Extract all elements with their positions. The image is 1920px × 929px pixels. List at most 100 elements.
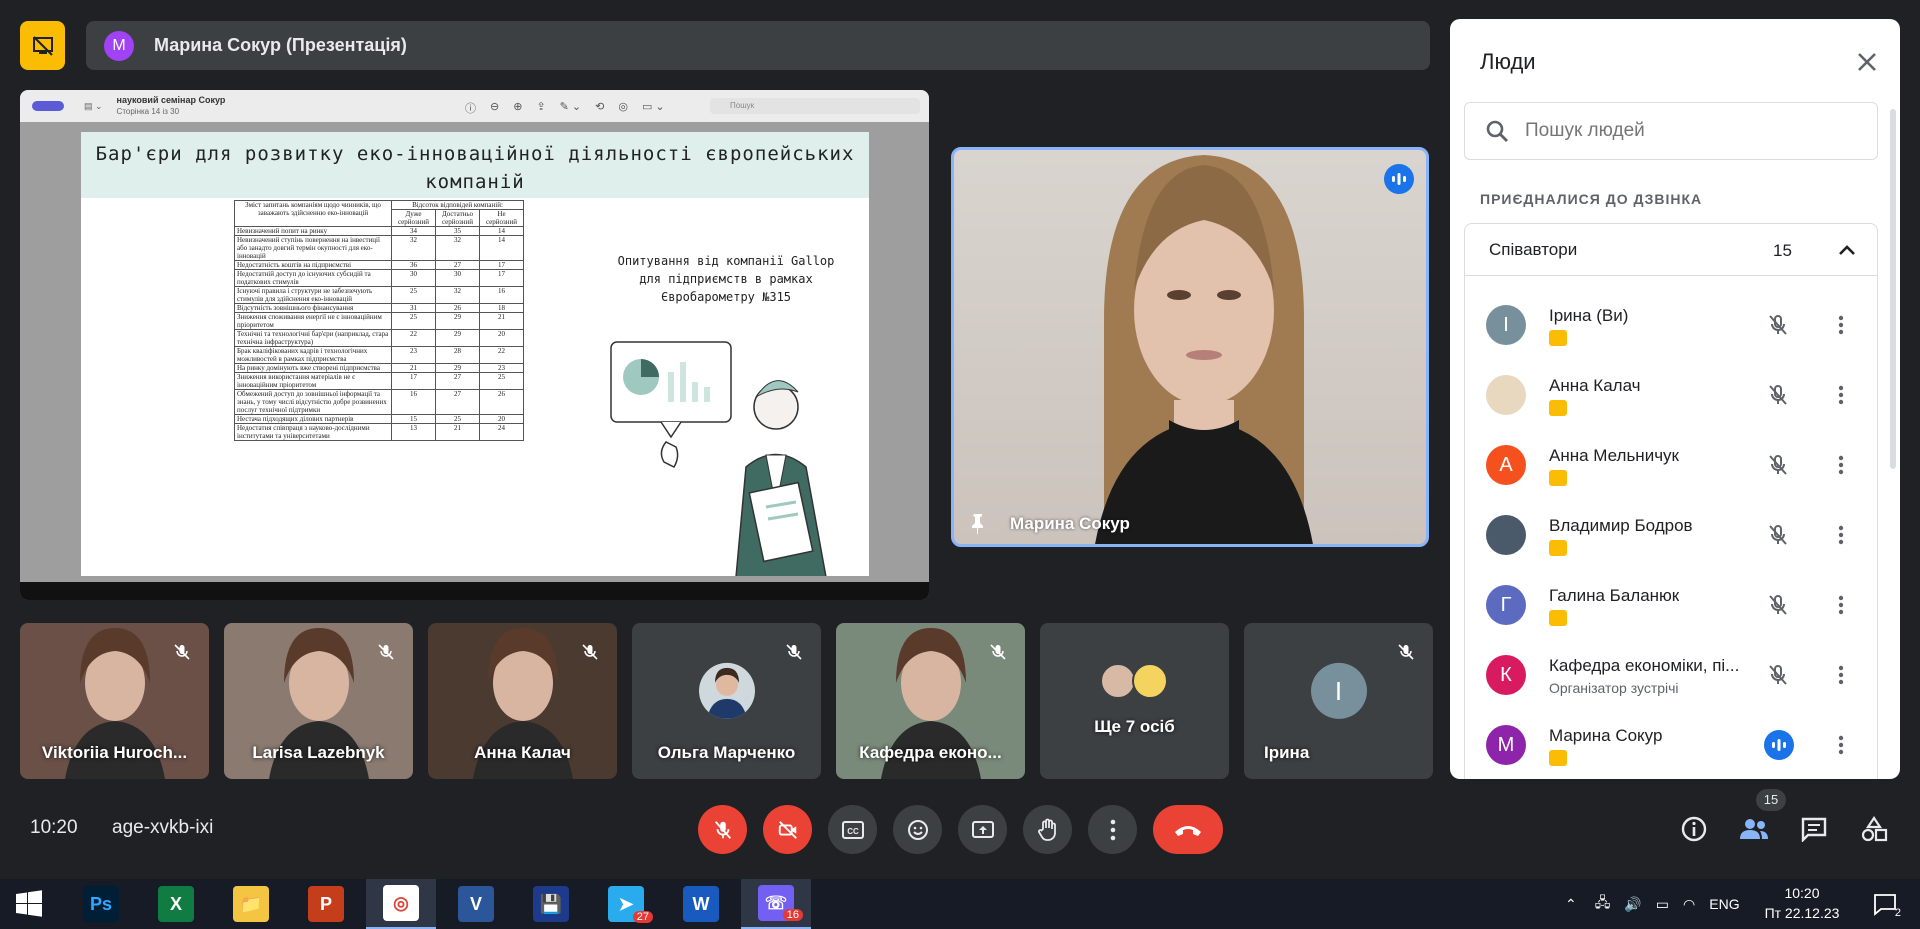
participant-avatar: І	[1310, 662, 1367, 719]
taskbar-chrome[interactable]: ◎	[366, 879, 436, 929]
table-cell-value: 32	[435, 235, 480, 261]
people-button[interactable]	[1737, 812, 1771, 846]
close-icon[interactable]	[1854, 49, 1880, 75]
table-cell-value: 27	[435, 372, 480, 390]
mic-off-icon[interactable]	[1766, 593, 1790, 617]
more-vert-icon	[1110, 819, 1115, 840]
taskbar-powerpoint[interactable]: P	[291, 879, 361, 929]
table-row: Недостатній доступ до існуючих субсидій …	[234, 269, 524, 287]
participant-tile[interactable]: І Ірина	[1244, 623, 1433, 779]
more-options-icon[interactable]	[1829, 383, 1853, 407]
taskbar-file-explorer[interactable]: 📁	[216, 879, 286, 929]
leave-call-button[interactable]	[1153, 805, 1223, 854]
mic-off-icon[interactable]	[1766, 313, 1790, 337]
word-icon: W	[683, 886, 719, 922]
network-icon[interactable]: 🖧	[1595, 892, 1611, 916]
meeting-code[interactable]: age-xvkb-ixi	[112, 817, 213, 839]
table-cell-factor: Обмежений доступ до зовнішньої інформаці…	[234, 389, 392, 415]
participant-name: Анна Калач	[474, 743, 571, 762]
more-options-button[interactable]	[1088, 805, 1137, 854]
mic-off-icon[interactable]	[1766, 383, 1790, 407]
participant-tile[interactable]: Ольга Марченко	[632, 623, 821, 779]
more-options-icon[interactable]	[1829, 593, 1853, 617]
volume-icon[interactable]: 🔊	[1624, 896, 1641, 913]
participant-row[interactable]: M Марина Сокур	[1465, 710, 1879, 779]
participant-row[interactable]: А Анна Мельничук	[1465, 430, 1879, 500]
participant-tile[interactable]: Viktoriia Huroch...	[20, 623, 209, 779]
mic-off-icon[interactable]	[1766, 663, 1790, 687]
taskbar-save-app[interactable]: 💾	[516, 879, 586, 929]
wifi-icon[interactable]: ◠	[1683, 896, 1695, 913]
contributors-header[interactable]: Співавтори 15	[1465, 224, 1877, 276]
presentation-status-icon[interactable]	[20, 21, 65, 70]
tray-clock[interactable]: 10:20 Пт 22.12.23	[1757, 883, 1847, 923]
taskbar-visio[interactable]: V	[441, 879, 511, 929]
table-cell-value: 26	[479, 389, 524, 415]
table-cell-value: 23	[391, 346, 436, 364]
table-cell-factor: Технічні та технологічні бар'єри (наприк…	[234, 329, 392, 347]
table-cell-factor: Зниження використання матеріалів не є ін…	[234, 372, 392, 390]
people-search[interactable]	[1464, 102, 1878, 160]
participant-row[interactable]: Владимир Бодров	[1465, 500, 1879, 570]
table-cell-value: 36	[391, 260, 436, 270]
table-cell-factor: Недостатній доступ до існуючих субсидій …	[234, 269, 392, 287]
mic-off-icon[interactable]	[1766, 453, 1790, 477]
table-header-percent: Відсоток відповідей компаній:	[391, 200, 524, 210]
table-cell-value: 29	[435, 312, 480, 330]
table-cell-value: 32	[435, 286, 480, 304]
table-row: Недостатня співпраця з науково-дослідним…	[234, 423, 524, 441]
more-options-icon[interactable]	[1829, 453, 1853, 477]
table-cell-value: 21	[391, 363, 436, 373]
presenter-avatar: M	[104, 30, 134, 61]
table-cell-factor: Недостатня співпраця з науково-дослідним…	[234, 423, 392, 441]
participant-tile[interactable]: Larisa Lazebnyk	[224, 623, 413, 779]
more-options-icon[interactable]	[1829, 663, 1853, 687]
taskbar-photoshop[interactable]: Ps	[66, 879, 136, 929]
meeting-details-button[interactable]	[1677, 812, 1711, 846]
mic-toggle-button[interactable]	[698, 805, 747, 854]
start-button[interactable]	[0, 879, 58, 929]
captions-button[interactable]: CC	[828, 805, 877, 854]
participant-tile[interactable]: Анна Калач	[428, 623, 617, 779]
notifications-button[interactable]: 2	[1855, 879, 1915, 929]
language-indicator[interactable]: ENG	[1709, 896, 1739, 912]
chevron-up-icon[interactable]	[1837, 240, 1857, 260]
present-button[interactable]	[958, 805, 1007, 854]
mic-off-icon[interactable]	[1766, 523, 1790, 547]
pin-icon[interactable]	[968, 512, 988, 534]
more-options-icon[interactable]	[1829, 733, 1853, 757]
more-options-icon[interactable]	[1829, 313, 1853, 337]
taskbar-telegram[interactable]: ➤ 27	[591, 879, 661, 929]
participant-name: Владимир Бодров	[1549, 516, 1693, 535]
taskbar-word[interactable]: W	[666, 879, 736, 929]
presenting-badge-icon	[1549, 330, 1567, 346]
show-hidden-icons[interactable]: ⌃	[1565, 896, 1577, 913]
mic-off-icon	[785, 643, 803, 661]
participant-tile[interactable]: Кафедра еконо...	[836, 623, 1025, 779]
table-cell-value: 27	[435, 260, 480, 270]
raise-hand-button[interactable]	[1023, 805, 1072, 854]
activities-button[interactable]	[1857, 812, 1891, 846]
more-options-icon[interactable]	[1829, 523, 1853, 547]
table-cell-value: 16	[391, 389, 436, 415]
table-cell-value: 29	[435, 329, 480, 347]
presenter-bar[interactable]: M Марина Сокур (Презентація)	[86, 21, 1430, 70]
chat-button[interactable]	[1797, 812, 1831, 846]
participant-row[interactable]: І Ірина (Ви)	[1465, 290, 1879, 360]
participant-tile[interactable]: Ще 7 осіб	[1040, 623, 1229, 779]
participant-row[interactable]: К Кафедра економіки, пі... Організатор зус…	[1465, 640, 1879, 710]
participant-avatar	[1486, 375, 1526, 415]
pinned-speaker-video[interactable]: Марина Сокур	[951, 147, 1429, 547]
people-search-input[interactable]	[1525, 120, 1845, 142]
camera-toggle-button[interactable]	[763, 805, 812, 854]
table-cell-value: 25	[479, 372, 524, 390]
participant-row[interactable]: Анна Калач	[1465, 360, 1879, 430]
taskbar-viber[interactable]: ☏ 16	[741, 879, 811, 929]
reactions-button[interactable]	[893, 805, 942, 854]
battery-icon[interactable]: ▭	[1656, 896, 1669, 913]
taskbar-excel[interactable]: X	[141, 879, 211, 929]
table-cell-value: 18	[479, 303, 524, 313]
mic-off-icon	[989, 643, 1007, 661]
participant-row[interactable]: Г Галина Баланюк	[1465, 570, 1879, 640]
panel-scrollbar[interactable]	[1890, 109, 1896, 469]
